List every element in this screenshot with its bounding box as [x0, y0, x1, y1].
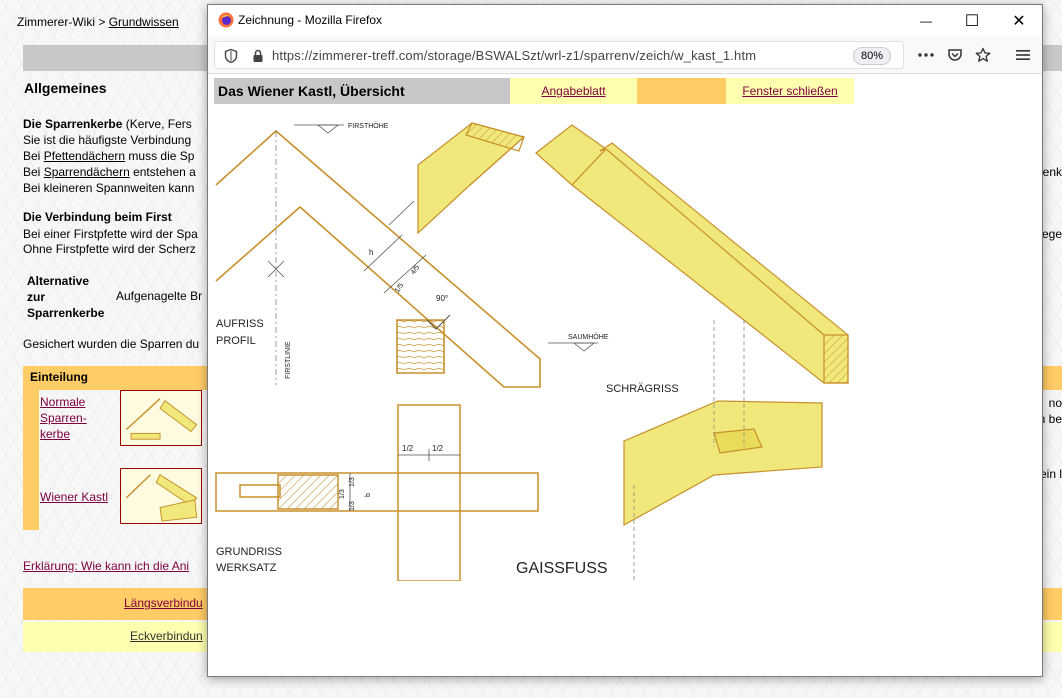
minimize-button[interactable]: — — [903, 5, 949, 36]
paragraph-sparrenkerbe: Die Sparrenkerbe (Kerve, Fers — [23, 117, 192, 131]
text-fragment: entstehen a — [129, 165, 196, 179]
label-third-b: 1/3 — [349, 501, 356, 511]
text-line: Sie ist die häufigste Verbindung — [23, 133, 192, 147]
thumbnail-wiener-kastl[interactable] — [120, 468, 202, 524]
address-bar[interactable]: https://zimmerer-treff.com/storage/BSWAL… — [214, 41, 904, 69]
label-h: h — [369, 248, 373, 257]
zoom-level-badge[interactable]: 80% — [853, 47, 892, 65]
text-line-pfetten: Bei Pfettendächern muss die Sp — [23, 149, 194, 163]
text-line: Bei kleineren Spannweiten kann — [23, 181, 195, 195]
lock-icon[interactable] — [250, 48, 266, 64]
firefox-logo-icon — [218, 12, 234, 28]
alternative-label-line: Sparrenkerbe — [27, 306, 105, 320]
text-fragment: Bei — [23, 165, 44, 179]
text-fragment-right: ein l — [1039, 467, 1062, 481]
breadcrumb-link-grundwissen[interactable]: Grundwissen — [109, 15, 179, 29]
wiener-kastl-drawing: FIRSTHÖHE AUFRISS PROFIL FIRSTLINIE 90° … — [215, 122, 849, 581]
label-third-c: 1/3 — [349, 477, 356, 487]
link-erklaerung[interactable]: Erklärung: Wie kann ich die Ani — [23, 559, 189, 573]
thumbnail-normale-sparrenkerbe[interactable] — [120, 390, 202, 446]
link-pfettendaecher[interactable]: Pfettendächern — [44, 149, 125, 163]
link-normale-sparrenkerbe[interactable]: Normale Sparren- kerbe — [40, 394, 87, 442]
text-fragment-right: no — [1048, 396, 1062, 410]
pocket-icon[interactable] — [944, 44, 966, 66]
page-heading: Allgemeines — [24, 80, 107, 96]
sparrenkerbe-term: Die Sparrenkerbe — [23, 117, 123, 131]
maximize-icon: ☐ — [964, 12, 980, 30]
popup-page-content: Das Wiener Kastl, Übersicht Angabeblatt … — [208, 75, 1042, 675]
angabeblatt-cell: Angabeblatt — [510, 78, 637, 104]
label-grundriss: GRUNDRISS — [216, 546, 282, 558]
label-third-a: 1/3 — [339, 489, 346, 499]
maximize-button[interactable]: ☐ — [949, 5, 995, 36]
breadcrumb-separator: > — [98, 15, 106, 29]
text-fragment: Bei — [23, 149, 44, 163]
detail-isometric-piece — [417, 122, 526, 235]
einteilung-label: Einteilung — [30, 370, 88, 384]
window-titlebar[interactable]: Zeichnung - Mozilla Firefox — ☐ ✕ — [208, 5, 1042, 36]
section-heading-verbindung: Die Verbindung beim First — [23, 210, 172, 224]
navigation-toolbar: https://zimmerer-treff.com/storage/BSWAL… — [208, 36, 1042, 74]
alternative-text: Aufgenagelte Br — [116, 289, 203, 303]
text-line: Ohne Firstpfette wird der Scherz — [23, 242, 196, 256]
label-aufriss: AUFRISS — [216, 318, 264, 330]
link-line: kerbe — [40, 427, 71, 441]
text-line: Gesichert wurden die Sparren du — [23, 337, 200, 351]
breadcrumb: Zimmerer-Wiki > Grundwissen — [17, 15, 179, 29]
link-line: Sparren- — [40, 411, 87, 425]
schraegriss-view — [535, 124, 849, 581]
link-sparrendaecher[interactable]: Sparrendächern — [44, 165, 130, 179]
link-angabeblatt[interactable]: Angabeblatt — [541, 84, 605, 98]
label-four-fifths: 4/5 — [410, 264, 421, 276]
link-eckverbindung[interactable]: Eckverbindun — [130, 629, 203, 643]
label-firstlinie: FIRSTLINIE — [285, 341, 292, 379]
firefox-popup-window: Zeichnung - Mozilla Firefox — ☐ ✕ https:… — [207, 4, 1043, 677]
label-one-fifth: 1/5 — [394, 282, 405, 294]
label-gaissfuss: GAISSFUSS — [516, 560, 608, 577]
link-wiener-kastl[interactable]: Wiener Kastl — [40, 490, 108, 504]
header-spacer-cell — [637, 78, 726, 104]
menu-icon[interactable] — [1012, 44, 1034, 66]
text-line: Bei einer Firstpfette wird der Spa — [23, 227, 198, 241]
link-laengsverbindung[interactable]: Längsverbindu — [124, 596, 203, 610]
drawing-title: Das Wiener Kastl, Übersicht — [214, 78, 510, 104]
label-werksatz: WERKSATZ — [216, 562, 277, 574]
fenster-schliessen-cell: Fenster schließen — [726, 78, 854, 104]
link-line: Normale — [40, 395, 86, 409]
window-title: Zeichnung - Mozilla Firefox — [238, 13, 383, 27]
tracking-protection-shield-icon[interactable] — [223, 48, 239, 64]
link-fenster-schliessen[interactable]: Fenster schließen — [742, 84, 837, 98]
label-b: b — [365, 493, 372, 497]
bookmark-star-icon[interactable] — [972, 44, 994, 66]
alternative-label-line: Alternative — [27, 274, 90, 288]
close-window-button[interactable]: ✕ — [996, 5, 1042, 36]
url-text[interactable]: https://zimmerer-treff.com/storage/BSWAL… — [272, 48, 756, 63]
label-profil: PROFIL — [216, 335, 256, 347]
label-saumhoehe: SAUMHÖHE — [568, 333, 609, 341]
sparrenkerbe-text: (Kerve, Fers — [122, 117, 192, 131]
minimize-icon: — — [920, 13, 932, 28]
text-line-sparren: Bei Sparrendächern entstehen a — [23, 165, 196, 179]
label-firsthoehe: FIRSTHÖHE — [348, 122, 389, 130]
einteilung-sidebar — [23, 390, 39, 530]
close-icon: ✕ — [1012, 12, 1026, 30]
text-fragment: muss die Sp — [125, 149, 195, 163]
label-half-a: 1/2 — [402, 444, 414, 453]
more-icon[interactable] — [915, 44, 937, 66]
label-90-degrees: 90° — [436, 294, 448, 303]
label-schraegriss: SCHRÄGRISS — [606, 383, 679, 395]
aufriss-view — [215, 124, 598, 388]
label-half-b: 1/2 — [432, 444, 444, 453]
breadcrumb-root: Zimmerer-Wiki — [17, 15, 95, 29]
